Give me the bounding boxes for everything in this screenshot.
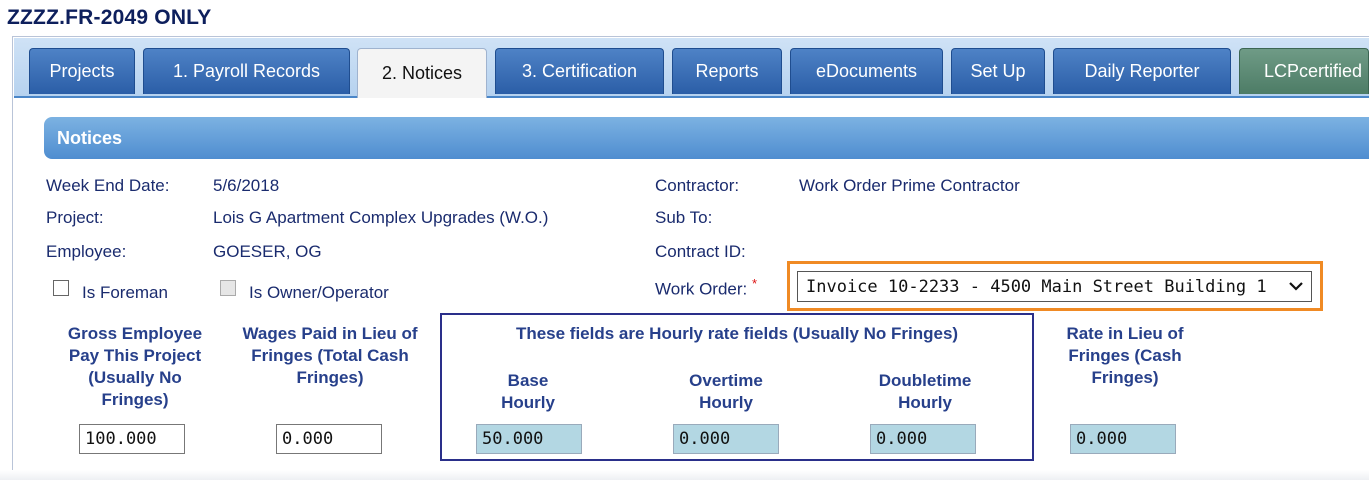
is-foreman-label: Is Foreman bbox=[82, 283, 168, 302]
week-end-date-label: Week End Date: bbox=[46, 176, 170, 195]
wages-in-lieu-label: Wages Paid in Lieu of Fringes (Total Cas… bbox=[242, 324, 418, 387]
work-order-select[interactable]: Invoice 10-2233 - 4500 Main Street Build… bbox=[797, 271, 1312, 302]
contract-id-label: Contract ID: bbox=[655, 242, 746, 261]
doubletime-hourly-label: Doubletime Hourly bbox=[878, 371, 972, 412]
tab-notices[interactable]: 2. Notices bbox=[357, 48, 487, 98]
section-header-notices: Notices bbox=[44, 117, 1369, 159]
gross-pay-label: Gross Employee Pay This Project (Usually… bbox=[67, 324, 203, 409]
hourly-group-title: These fields are Hourly rate fields (Usu… bbox=[515, 324, 959, 343]
gross-pay-input[interactable]: 100.000 bbox=[79, 424, 185, 454]
project-label: Project: bbox=[46, 208, 104, 227]
bottom-shadow bbox=[0, 470, 1369, 480]
tab-daily-reporter[interactable]: Daily Reporter bbox=[1053, 48, 1231, 94]
tab-reports[interactable]: Reports bbox=[672, 48, 782, 94]
base-hourly-input[interactable]: 50.000 bbox=[476, 424, 582, 454]
wages-in-lieu-input[interactable]: 0.000 bbox=[276, 424, 382, 454]
is-foreman-checkbox[interactable] bbox=[53, 280, 69, 296]
sub-to-label: Sub To: bbox=[655, 208, 713, 227]
doubletime-hourly-input[interactable]: 0.000 bbox=[870, 424, 976, 454]
project-value: Lois G Apartment Complex Upgrades (W.O.) bbox=[213, 208, 549, 227]
overtime-hourly-label: Overtime Hourly bbox=[689, 371, 763, 412]
rate-in-lieu-input[interactable]: 0.000 bbox=[1070, 424, 1176, 454]
work-order-label: Work Order: * bbox=[655, 276, 757, 300]
is-owner-operator-checkbox[interactable] bbox=[220, 280, 236, 296]
is-owner-operator-label: Is Owner/Operator bbox=[249, 283, 389, 302]
section-title: Notices bbox=[57, 127, 123, 148]
tab-projects[interactable]: Projects bbox=[29, 48, 135, 94]
work-order-selected-value: Invoice 10-2233 - 4500 Main Street Build… bbox=[806, 276, 1267, 297]
rate-in-lieu-label: Rate in Lieu of Fringes (Cash Fringes) bbox=[1066, 324, 1184, 387]
contractor-label: Contractor: bbox=[655, 176, 740, 195]
base-hourly-label: Base Hourly bbox=[501, 371, 555, 412]
work-order-label-text: Work Order: bbox=[655, 279, 748, 299]
week-end-date-value: 5/6/2018 bbox=[213, 176, 280, 195]
tab-set-up[interactable]: Set Up bbox=[951, 48, 1045, 94]
employee-label: Employee: bbox=[46, 242, 127, 261]
overtime-hourly-input[interactable]: 0.000 bbox=[673, 424, 779, 454]
required-indicator: * bbox=[752, 276, 758, 291]
employee-value: GOESER, OG bbox=[213, 242, 322, 261]
tab-certification[interactable]: 3. Certification bbox=[495, 48, 664, 94]
chevron-down-icon[interactable] bbox=[1287, 274, 1305, 298]
tab-lcpcertified[interactable]: LCPcertified bbox=[1239, 48, 1369, 94]
tab-edocuments[interactable]: eDocuments bbox=[790, 48, 943, 94]
page-title: ZZZZ.FR-2049 ONLY bbox=[7, 6, 212, 29]
contractor-value: Work Order Prime Contractor bbox=[799, 176, 1020, 195]
tab-payroll-records[interactable]: 1. Payroll Records bbox=[143, 48, 350, 94]
